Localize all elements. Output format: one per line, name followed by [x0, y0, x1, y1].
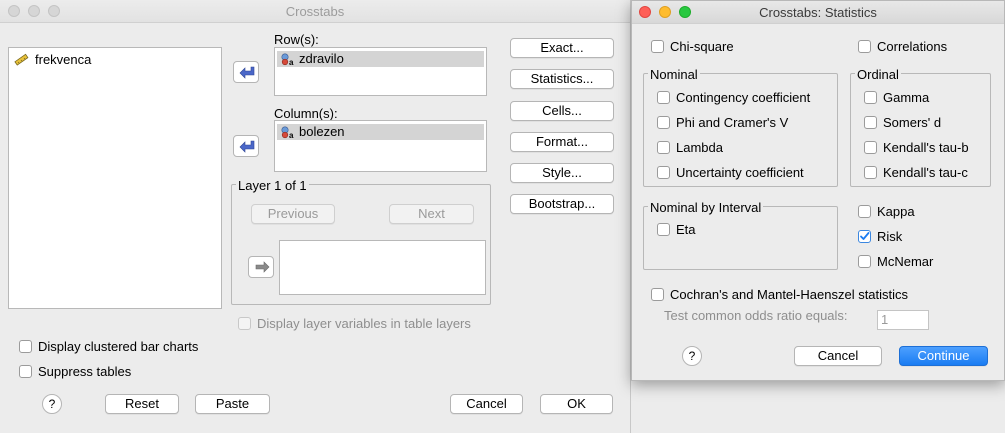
- somers-d-label: Somers' d: [883, 115, 942, 130]
- move-to-layer-button[interactable]: [248, 256, 274, 278]
- contingency-coefficient-label: Contingency coefficient: [676, 90, 811, 105]
- lambda-label: Lambda: [676, 140, 723, 155]
- variable-label: frekvenca: [35, 52, 92, 67]
- test-odds-input[interactable]: 1: [877, 310, 929, 330]
- arrow-left-icon: [239, 66, 255, 79]
- crosstabs-titlebar: Crosstabs: [0, 0, 630, 23]
- layer-list[interactable]: [279, 240, 486, 295]
- risk-checkbox[interactable]: [858, 230, 871, 243]
- svg-text:a: a: [289, 58, 294, 66]
- arrow-right-icon: [255, 261, 270, 273]
- window-title: Crosstabs: [285, 4, 345, 19]
- bootstrap-button[interactable]: Bootstrap...: [510, 194, 614, 214]
- arrow-left-icon: [239, 140, 255, 153]
- dialog-help-button[interactable]: ?: [682, 346, 702, 366]
- suppress-tables-label: Suppress tables: [38, 364, 132, 379]
- help-button[interactable]: ?: [42, 394, 62, 414]
- eta-label: Eta: [676, 222, 696, 237]
- kappa-checkbox[interactable]: [858, 205, 871, 218]
- gamma-checkbox[interactable]: [864, 91, 877, 104]
- next-layer-button[interactable]: Next: [389, 204, 474, 224]
- ruler-scale-icon: [14, 53, 29, 66]
- chi-square-checkbox[interactable]: [651, 40, 664, 53]
- nominal-variable-icon: a: [281, 53, 294, 66]
- lambda-checkbox[interactable]: [657, 141, 670, 154]
- dialog-cancel-button[interactable]: Cancel: [794, 346, 882, 366]
- cochran-checkbox[interactable]: [651, 288, 664, 301]
- phi-cramers-v-label: Phi and Cramer's V: [676, 115, 789, 130]
- cochran-label: Cochran's and Mantel-Haenszel statistics: [670, 287, 909, 302]
- svg-text:a: a: [289, 131, 294, 139]
- kendalls-tau-b-label: Kendall's tau-b: [883, 140, 969, 155]
- style-button[interactable]: Style...: [510, 163, 614, 183]
- format-button[interactable]: Format...: [510, 132, 614, 152]
- previous-layer-button[interactable]: Previous: [251, 204, 335, 224]
- display-clustered-label: Display clustered bar charts: [38, 339, 199, 354]
- kendalls-tau-c-checkbox[interactable]: [864, 166, 877, 179]
- uncertainty-coefficient-checkbox[interactable]: [657, 166, 670, 179]
- reset-button[interactable]: Reset: [105, 394, 179, 414]
- statistics-titlebar: Crosstabs: Statistics: [632, 1, 1004, 24]
- layer-label: Layer 1 of 1: [236, 178, 309, 193]
- continue-button[interactable]: Continue: [899, 346, 988, 366]
- nominal-by-interval-label: Nominal by Interval: [648, 200, 764, 215]
- nominal-by-interval-group: [643, 206, 838, 270]
- exact-button[interactable]: Exact...: [510, 38, 614, 58]
- move-to-rows-button[interactable]: [233, 61, 259, 83]
- somers-d-checkbox[interactable]: [864, 116, 877, 129]
- kendalls-tau-b-checkbox[interactable]: [864, 141, 877, 154]
- kendalls-tau-c-label: Kendall's tau-c: [883, 165, 968, 180]
- display-clustered-checkbox[interactable]: [19, 340, 32, 353]
- columns-list[interactable]: a bolezen: [274, 120, 487, 172]
- rows-list-item[interactable]: a zdravilo: [277, 51, 484, 67]
- cancel-button[interactable]: Cancel: [450, 394, 523, 414]
- rows-list[interactable]: a zdravilo: [274, 47, 487, 96]
- risk-label: Risk: [877, 229, 903, 244]
- chi-square-label: Chi-square: [670, 39, 734, 54]
- rows-item-label: zdravilo: [299, 51, 344, 66]
- crosstabs-window: Crosstabs frekvenca Row(s): a zdravilo C…: [0, 0, 631, 433]
- source-variable-list[interactable]: frekvenca: [8, 47, 222, 309]
- nominal-label: Nominal: [648, 67, 700, 82]
- ordinal-label: Ordinal: [855, 67, 901, 82]
- columns-item-label: bolezen: [299, 124, 345, 139]
- correlations-checkbox[interactable]: [858, 40, 871, 53]
- statistics-button[interactable]: Statistics...: [510, 69, 614, 89]
- contingency-coefficient-checkbox[interactable]: [657, 91, 670, 104]
- display-layer-label: Display layer variables in table layers: [257, 316, 471, 331]
- cells-button[interactable]: Cells...: [510, 101, 614, 121]
- nominal-variable-icon: a: [281, 126, 294, 139]
- correlations-label: Correlations: [877, 39, 948, 54]
- suppress-tables-checkbox[interactable]: [19, 365, 32, 378]
- mcnemar-label: McNemar: [877, 254, 934, 269]
- gamma-label: Gamma: [883, 90, 930, 105]
- checkmark-icon: [860, 232, 870, 240]
- uncertainty-coefficient-label: Uncertainty coefficient: [676, 165, 804, 180]
- ok-button[interactable]: OK: [540, 394, 613, 414]
- kappa-label: Kappa: [877, 204, 915, 219]
- columns-label: Column(s):: [274, 106, 338, 121]
- phi-cramers-v-checkbox[interactable]: [657, 116, 670, 129]
- columns-list-item[interactable]: a bolezen: [277, 124, 484, 140]
- dialog-title: Crosstabs: Statistics: [759, 5, 877, 20]
- paste-button[interactable]: Paste: [195, 394, 270, 414]
- mcnemar-checkbox[interactable]: [858, 255, 871, 268]
- statistics-dialog: Crosstabs: Statistics Chi-square Correla…: [631, 0, 1005, 381]
- display-layer-checkbox[interactable]: [238, 317, 251, 330]
- eta-checkbox[interactable]: [657, 223, 670, 236]
- test-odds-label: Test common odds ratio equals:: [664, 308, 848, 323]
- variable-item[interactable]: frekvenca: [13, 52, 213, 68]
- rows-label: Row(s):: [274, 32, 319, 47]
- move-to-columns-button[interactable]: [233, 135, 259, 157]
